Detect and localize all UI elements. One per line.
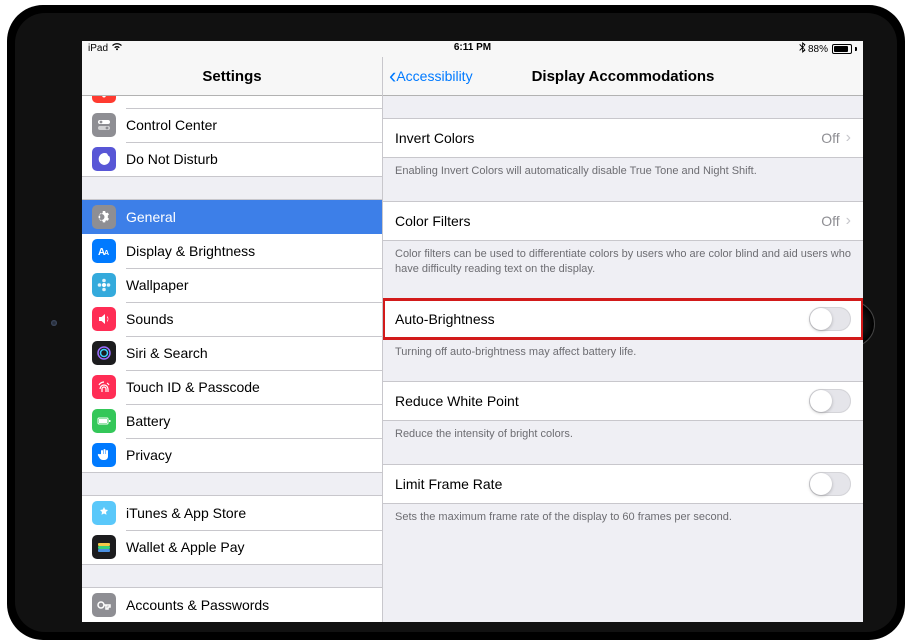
section-footer: Sets the maximum frame rate of the displ… [383, 504, 863, 525]
toggle-switch[interactable] [809, 472, 851, 496]
sidebar-list[interactable]: Notifications Control Center Do Not Distur… [82, 96, 382, 622]
sidebar-item-label: Touch ID & Passcode [126, 379, 260, 395]
detail-row-label: Invert Colors [395, 130, 474, 146]
back-label: Accessibility [396, 68, 472, 84]
detail-row-label: Auto-Brightness [395, 311, 495, 327]
sidebar-item-label: Wallpaper [126, 277, 189, 293]
sidebar-item-sounds[interactable]: Sounds [82, 302, 382, 336]
detail-row-invert-colors[interactable]: Invert Colors Off › [383, 118, 863, 158]
flower-icon [92, 273, 116, 297]
sidebar-item-wallpaper[interactable]: Wallpaper [82, 268, 382, 302]
sidebar-item-display-brightness[interactable]: AA Display & Brightness [82, 234, 382, 268]
detail-row-value: Off [821, 130, 839, 146]
sidebar-item-label: Notifications [126, 96, 202, 99]
sidebar-item-label: Accounts & Passwords [126, 597, 269, 613]
moon-icon [92, 147, 116, 171]
sidebar-item-label: iTunes & App Store [126, 505, 246, 521]
battery-percent: 88% [808, 44, 828, 55]
front-camera [51, 320, 57, 326]
clock: 6:11 PM [454, 42, 491, 53]
chevron-right-icon: › [846, 129, 851, 147]
fingerprint-icon [92, 375, 116, 399]
section-footer: Turning off auto-brightness may affect b… [383, 339, 863, 360]
detail-row-value: Off [821, 213, 839, 229]
sidebar-item-label: Siri & Search [126, 345, 208, 361]
sidebar-item-accounts-passwords[interactable]: Accounts & Passwords [82, 587, 382, 622]
screen: iPad 6:11 PM 88% Settings [82, 41, 863, 622]
ipad-frame: iPad 6:11 PM 88% Settings [7, 5, 905, 640]
sidebar-item-label: Privacy [126, 447, 172, 463]
detail-body[interactable]: Invert Colors Off › Enabling Invert Colors … [383, 96, 863, 622]
sidebar-item-label: Do Not Disturb [126, 151, 218, 167]
chevron-left-icon: ‹ [389, 65, 396, 87]
siri-icon [92, 341, 116, 365]
sidebar-item-label: Wallet & Apple Pay [126, 539, 245, 555]
sidebar-item-control-center[interactable]: Control Center [82, 108, 382, 142]
sidebar-item-wallet-apple-pay[interactable]: Wallet & Apple Pay [82, 530, 382, 565]
sidebar-item-general[interactable]: General [82, 199, 382, 234]
detail-row-label: Reduce White Point [395, 393, 519, 409]
text-size-icon: AA [92, 239, 116, 263]
sidebar-item-label: General [126, 209, 176, 225]
wallet-icon [92, 535, 116, 559]
sidebar-item-battery[interactable]: Battery [82, 404, 382, 438]
bell-icon [92, 96, 116, 103]
sidebar-item-privacy[interactable]: Privacy [82, 438, 382, 473]
detail-header: ‹ Accessibility Display Accommodations [383, 57, 863, 96]
sidebar-item-label: Battery [126, 413, 170, 429]
hand-icon [92, 443, 116, 467]
sidebar-item-label: Display & Brightness [126, 243, 255, 259]
sidebar: Settings Notifications Control Center Do N… [82, 57, 383, 622]
detail-row-label: Limit Frame Rate [395, 476, 502, 492]
toggle-switch[interactable] [809, 389, 851, 413]
chevron-right-icon: › [846, 212, 851, 230]
appstore-icon [92, 501, 116, 525]
detail-row-label: Color Filters [395, 213, 470, 229]
svg-text:A: A [104, 250, 109, 257]
key-icon [92, 593, 116, 617]
sidebar-item-do-not-disturb[interactable]: Do Not Disturb [82, 142, 382, 177]
sidebar-item-touch-id-passcode[interactable]: Touch ID & Passcode [82, 370, 382, 404]
detail-pane: ‹ Accessibility Display Accommodations I… [383, 57, 863, 622]
carrier-label: iPad [88, 43, 108, 54]
detail-row-auto-brightness[interactable]: Auto-Brightness [383, 299, 863, 339]
sidebar-title: Settings [82, 57, 382, 96]
detail-title: Display Accommodations [532, 68, 715, 85]
toggle-switch[interactable] [809, 307, 851, 331]
sidebar-item-label: Control Center [126, 117, 217, 133]
battery-icon [832, 44, 852, 54]
section-footer: Enabling Invert Colors will automaticall… [383, 158, 863, 179]
ipad-bezel: iPad 6:11 PM 88% Settings [15, 13, 897, 632]
speaker-icon [92, 307, 116, 331]
sidebar-item-notifications[interactable]: Notifications [82, 96, 382, 108]
sidebar-item-itunes-app-store[interactable]: iTunes & App Store [82, 495, 382, 530]
section-footer: Reduce the intensity of bright colors. [383, 421, 863, 442]
wifi-icon [111, 42, 123, 54]
battery-icon [92, 409, 116, 433]
toggles-icon [92, 113, 116, 137]
sidebar-item-label: Sounds [126, 311, 173, 327]
sidebar-item-siri-search[interactable]: Siri & Search [82, 336, 382, 370]
detail-row-limit-frame-rate[interactable]: Limit Frame Rate [383, 464, 863, 504]
status-bar: iPad 6:11 PM 88% [82, 41, 863, 57]
section-footer: Color filters can be used to differentia… [383, 241, 863, 277]
detail-row-color-filters[interactable]: Color Filters Off › [383, 201, 863, 241]
back-button[interactable]: ‹ Accessibility [389, 57, 473, 95]
detail-row-reduce-white-point[interactable]: Reduce White Point [383, 381, 863, 421]
bluetooth-icon [799, 42, 806, 56]
gear-icon [92, 205, 116, 229]
